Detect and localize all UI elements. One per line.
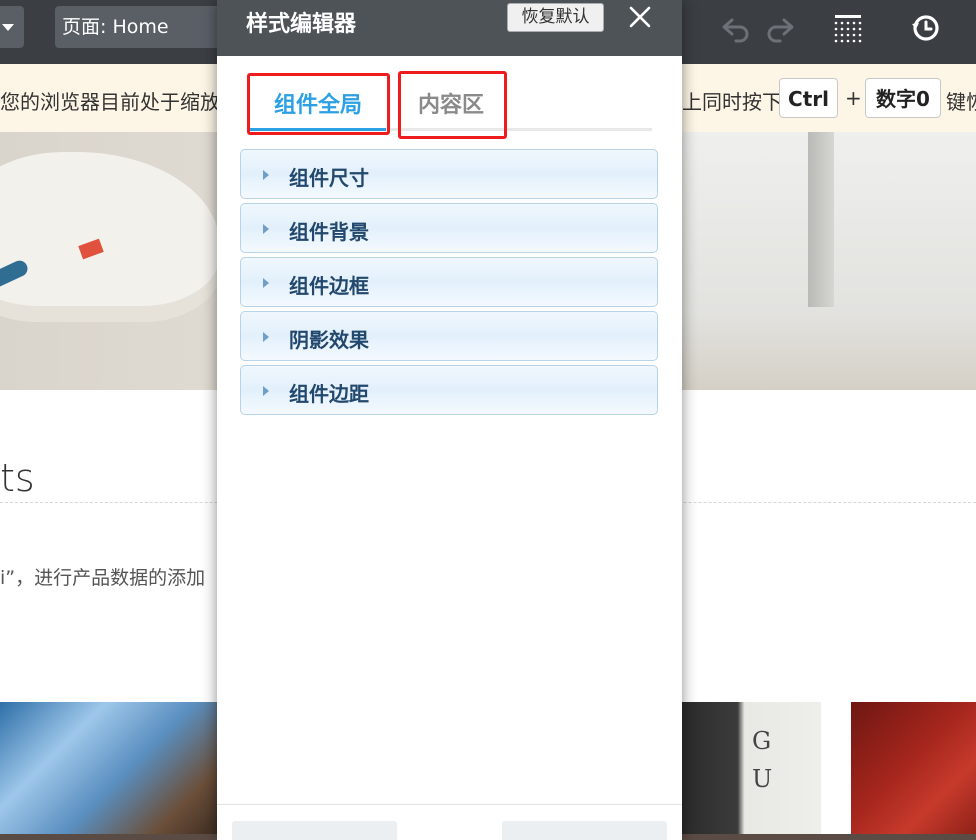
highlight-box-content-tab <box>398 71 507 139</box>
section-label: 组件边距 <box>289 382 369 406</box>
caret-right-icon <box>263 332 269 342</box>
section-component-margin[interactable]: 组件边距 <box>240 365 658 415</box>
grid-icon[interactable] <box>832 12 864 44</box>
section-label: 组件尺寸 <box>289 166 369 190</box>
page-selector[interactable]: 页面: Home <box>55 6 235 48</box>
product-photo-3[interactable] <box>851 702 976 840</box>
section-shadow-effect[interactable]: 阴影效果 <box>240 311 658 361</box>
section-label: 组件边框 <box>289 274 369 298</box>
section-description: i”，进行产品数据的添加 <box>0 567 206 589</box>
footer-button-left[interactable] <box>232 821 397 840</box>
style-sections: 组件尺寸 组件背景 组件边框 阴影效果 组件边距 <box>240 149 658 419</box>
caret-right-icon <box>263 278 269 288</box>
zoom-warning-hint: 上同时按下 <box>682 90 782 114</box>
key-ctrl: Ctrl <box>779 78 838 118</box>
close-icon[interactable] <box>627 4 653 30</box>
section-component-border[interactable]: 组件边框 <box>240 257 658 307</box>
product-photo-2[interactable]: GU <box>682 702 821 840</box>
sneaker-image <box>0 152 220 322</box>
zoom-warning-tail: 键恢 <box>946 90 976 114</box>
highlight-box-global-tab <box>247 73 390 135</box>
style-editor-header: 样式编辑器 恢复默认 <box>217 0 682 56</box>
photo-lettering: GU <box>752 727 773 793</box>
section-label: 组件背景 <box>289 220 369 244</box>
caret-right-icon <box>263 386 269 396</box>
section-component-size[interactable]: 组件尺寸 <box>240 149 658 199</box>
undo-icon[interactable] <box>720 12 752 44</box>
chevron-down-icon <box>2 24 14 31</box>
history-icon[interactable] <box>910 12 942 44</box>
footer-divider <box>217 804 682 805</box>
caret-right-icon <box>263 224 269 234</box>
plus-sign: + <box>845 86 862 110</box>
redo-icon[interactable] <box>764 12 796 44</box>
key-zero: 数字0 <box>865 78 941 118</box>
reset-default-button[interactable]: 恢复默认 <box>507 3 604 32</box>
section-label: 阴影效果 <box>289 328 369 352</box>
section-component-background[interactable]: 组件背景 <box>240 203 658 253</box>
section-title: ts <box>0 456 35 500</box>
style-editor-title: 样式编辑器 <box>246 12 357 37</box>
footer-button-right[interactable] <box>502 821 667 840</box>
menu-dropdown-button[interactable] <box>0 6 24 48</box>
caret-right-icon <box>263 170 269 180</box>
zoom-warning-text: 您的浏览器目前处于缩放 <box>0 90 220 114</box>
product-photo-1[interactable] <box>0 702 218 840</box>
